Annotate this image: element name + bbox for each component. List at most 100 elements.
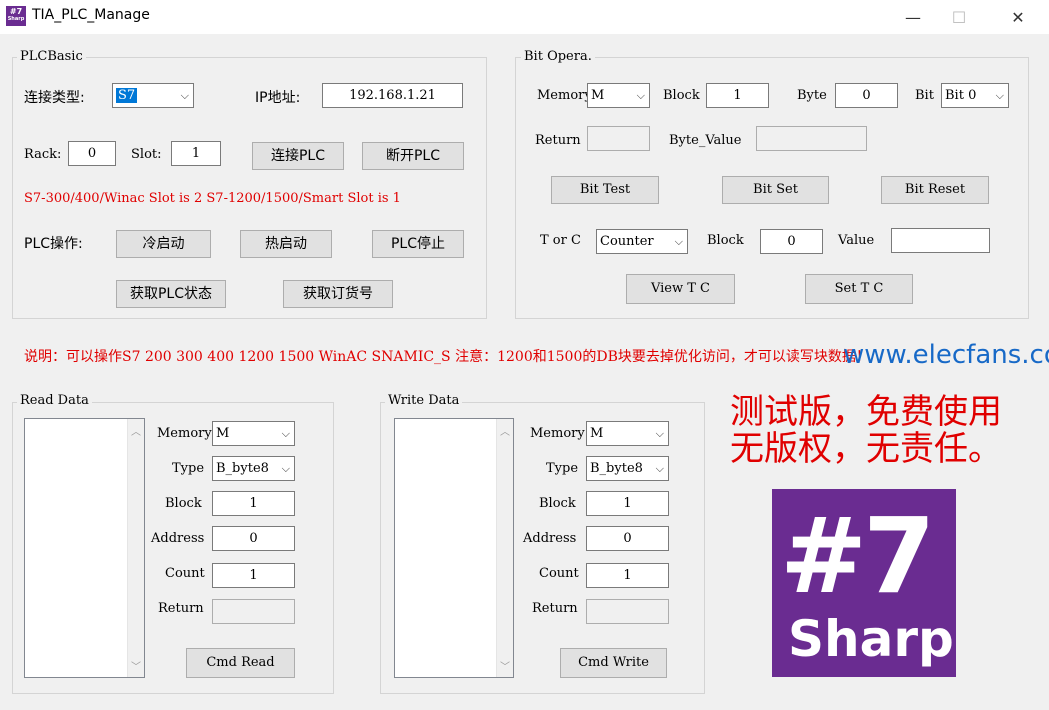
read-data-list[interactable]: ︿ ﹀ [24, 418, 145, 678]
write-address-label: Address [523, 531, 577, 546]
chevron-down-icon: ⌵ [995, 89, 1004, 102]
bit-block-input[interactable]: 1 [706, 83, 769, 108]
chevron-down-icon: ⌵ [674, 235, 683, 248]
write-address-input[interactable]: 0 [586, 526, 669, 551]
write-return-field [586, 599, 669, 624]
chevron-down-icon[interactable]: ﹀ [500, 658, 510, 673]
bit-reset-button[interactable]: Bit Reset [881, 176, 989, 204]
read-count-input[interactable]: 1 [212, 563, 295, 588]
bit-bit-select[interactable]: Bit 0 ⌵ [941, 83, 1009, 108]
promo-line-2: 无版权，无责任。 [730, 429, 1002, 469]
write-block-label: Block [539, 496, 576, 511]
bit-test-button[interactable]: Bit Test [551, 176, 659, 204]
slot-label: Slot: [131, 147, 162, 162]
bit-memory-select[interactable]: M ⌵ [587, 83, 650, 108]
write-data-label: Write Data [385, 393, 463, 408]
bit-memory-label: Memory [537, 88, 592, 103]
get-plc-status-button[interactable]: 获取PLC状态 [116, 280, 226, 308]
tc-block-label: Block [707, 233, 744, 248]
plc-op-label: PLC操作: [24, 236, 83, 252]
slot-input[interactable]: 1 [171, 141, 221, 166]
chevron-down-icon: ⌵ [655, 462, 664, 475]
connect-plc-button[interactable]: 连接PLC [252, 142, 344, 170]
read-type-value: B_byte8 [216, 461, 269, 476]
maximize-icon: ☐ [951, 7, 967, 27]
title-bar: #7 Sharp TIA_PLC_Manage — ☐ ✕ [0, 0, 1049, 34]
write-memory-value: M [590, 426, 604, 441]
minimize-icon: — [905, 7, 921, 27]
bit-memory-value: M [591, 88, 605, 103]
close-button[interactable]: ✕ [995, 0, 1041, 34]
chevron-down-icon: ⌵ [281, 427, 290, 440]
t-or-c-label: T or C [540, 233, 581, 248]
view-tc-button[interactable]: View T C [626, 274, 735, 304]
app-icon-text-top: #7 [9, 7, 23, 16]
promo-line-1: 测试版，免费使用 [730, 392, 1002, 432]
read-address-label: Address [151, 531, 205, 546]
get-order-number-button[interactable]: 获取订货号 [283, 280, 393, 308]
read-return-field [212, 599, 295, 624]
tc-block-input[interactable]: 0 [760, 229, 823, 254]
conn-type-label: 连接类型: [24, 90, 85, 106]
chevron-down-icon[interactable]: ﹀ [131, 658, 141, 673]
read-memory-label: Memory [157, 426, 212, 441]
write-type-value: B_byte8 [590, 461, 643, 476]
read-return-label: Return [158, 601, 204, 616]
bit-set-button[interactable]: Bit Set [722, 176, 829, 204]
write-count-input[interactable]: 1 [586, 563, 669, 588]
read-list-scrollbar[interactable]: ︿ ﹀ [127, 419, 144, 677]
logo-sharp-text: Sharp [788, 610, 954, 668]
cmd-write-button[interactable]: Cmd Write [560, 648, 667, 678]
cmd-read-button[interactable]: Cmd Read [186, 648, 295, 678]
byte-value-label: Byte_Value [669, 133, 742, 148]
notice-text: 说明：可以操作S7 200 300 400 1200 1500 WinAC SN… [24, 349, 870, 365]
t-or-c-value: Counter [600, 234, 654, 249]
bit-bit-label: Bit [915, 88, 934, 103]
t-or-c-select[interactable]: Counter ⌵ [596, 229, 688, 254]
app-icon-text-bottom: Sharp [7, 16, 25, 22]
write-memory-select[interactable]: M ⌵ [586, 421, 669, 446]
read-address-input[interactable]: 0 [212, 526, 295, 551]
ip-input[interactable]: 192.168.1.21 [322, 83, 463, 108]
conn-type-value: S7 [116, 88, 138, 103]
bit-return-field [587, 126, 650, 151]
window-title: TIA_PLC_Manage [32, 7, 150, 23]
disconnect-plc-button[interactable]: 断开PLC [362, 142, 464, 170]
tc-value-input[interactable] [891, 228, 990, 253]
read-type-select[interactable]: B_byte8 ⌵ [212, 456, 295, 481]
cold-start-button[interactable]: 冷启动 [116, 230, 211, 258]
maximize-button[interactable]: ☐ [936, 0, 982, 34]
slot-hint: S7-300/400/Winac Slot is 2 S7-1200/1500/… [24, 191, 401, 206]
read-type-label: Type [172, 461, 205, 476]
read-block-label: Block [165, 496, 202, 511]
bit-block-label: Block [663, 88, 700, 103]
plc-stop-button[interactable]: PLC停止 [372, 230, 464, 258]
rack-input[interactable]: 0 [68, 141, 116, 166]
chevron-down-icon: ⌵ [281, 462, 290, 475]
bit-byte-input[interactable]: 0 [835, 83, 898, 108]
write-list-scrollbar[interactable]: ︿ ﹀ [496, 419, 513, 677]
set-tc-button[interactable]: Set T C [805, 274, 913, 304]
read-data-label: Read Data [17, 393, 92, 408]
write-return-label: Return [532, 601, 578, 616]
read-block-input[interactable]: 1 [212, 491, 295, 516]
minimize-button[interactable]: — [890, 0, 936, 34]
chevron-down-icon: ⌵ [655, 427, 664, 440]
write-type-select[interactable]: B_byte8 ⌵ [586, 456, 669, 481]
chevron-up-icon[interactable]: ︿ [500, 423, 510, 438]
byte-value-field [756, 126, 867, 151]
chevron-up-icon[interactable]: ︿ [131, 423, 141, 438]
plc-basic-label: PLCBasic [17, 49, 86, 64]
warm-start-button[interactable]: 热启动 [240, 230, 332, 258]
close-icon: ✕ [1011, 7, 1025, 27]
bit-byte-label: Byte [797, 88, 827, 103]
read-memory-select[interactable]: M ⌵ [212, 421, 295, 446]
write-data-list[interactable]: ︿ ﹀ [394, 418, 514, 678]
sharp7-logo: #7 Sharp [772, 489, 956, 677]
conn-type-select[interactable]: S7 ⌵ [112, 83, 194, 108]
app-icon: #7 Sharp [6, 6, 26, 26]
bit-return-label: Return [535, 133, 581, 148]
rack-label: Rack: [24, 147, 62, 162]
write-block-input[interactable]: 1 [586, 491, 669, 516]
watermark-text: www.elecfans.com [843, 340, 1049, 370]
